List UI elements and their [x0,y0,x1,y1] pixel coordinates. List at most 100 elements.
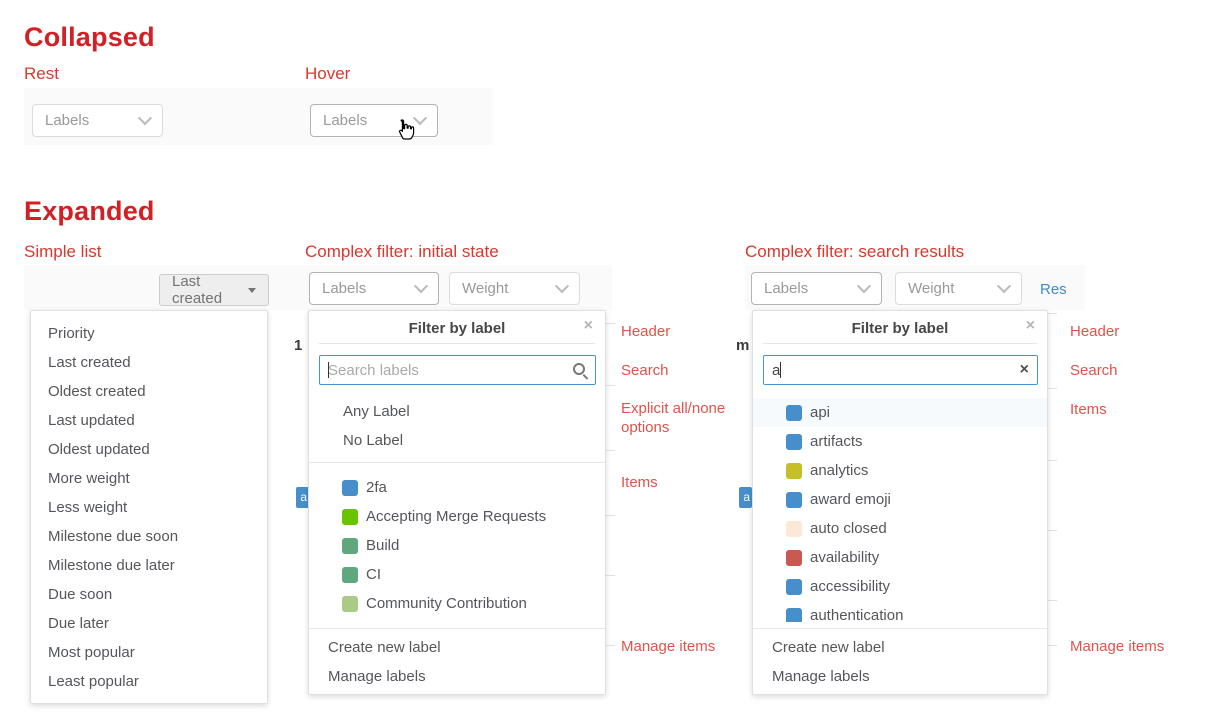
sort-option[interactable]: Last updated [31,406,267,435]
annotation-items: Items [1070,400,1107,419]
label-option[interactable]: api [753,398,1047,427]
divider [309,462,605,463]
dropdown-label: Labels [45,112,89,129]
label-option[interactable]: 2fa [309,473,605,502]
annotation-items: Items [621,473,658,492]
label-color-chip [342,538,358,554]
label-option[interactable]: Build [309,531,605,560]
manage-labels-link[interactable]: Manage labels [772,662,870,691]
annotation-header: Header [621,322,670,341]
label-option[interactable]: CI [309,560,605,589]
label-name: 2fa [366,479,387,496]
annotation-manage-items: Manage items [1070,637,1164,656]
label-name: Community Contribution [366,595,527,612]
sort-option[interactable]: Oldest created [31,377,267,406]
labels-filter-dropdown[interactable]: Labels [309,272,439,305]
manage-labels-link[interactable]: Manage labels [328,662,426,691]
clipped-background-text: m [736,337,749,354]
chevron-down-icon [555,279,569,293]
label-option[interactable]: authentication [753,601,1047,622]
rest-state-label: Rest [24,64,59,84]
sort-option[interactable]: Priority [31,319,267,348]
label-color-chip [342,509,358,525]
chevron-down-icon [414,279,428,293]
label-option[interactable]: artifacts [753,427,1047,456]
annotation-leader-line [606,450,615,451]
close-icon[interactable]: × [584,318,593,334]
label-options-list: 2fa Accepting Merge Requests Build CI Co… [309,473,605,618]
no-label-option[interactable]: No Label [309,426,605,455]
annotation-leader-line [1048,313,1057,314]
any-label-option[interactable]: Any Label [309,397,605,426]
dropdown-label: Weight [908,280,954,297]
close-icon[interactable]: × [1026,318,1035,334]
create-new-label-link[interactable]: Create new label [328,633,441,662]
sort-option[interactable]: Oldest updated [31,435,267,464]
label-color-chip [786,463,802,479]
sort-option[interactable]: Most popular [31,638,267,667]
label-search-field [319,355,596,385]
complex-search-label: Complex filter: search results [745,242,964,262]
sort-option[interactable]: Due soon [31,580,267,609]
dropdown-design-spec-page: Collapsed Rest Hover Labels Labels Expan… [0,0,1218,722]
label-name: authentication [810,607,903,622]
label-option[interactable]: accessibility [753,572,1047,601]
panel-title: Filter by label [753,320,1047,337]
search-labels-input[interactable] [319,355,596,385]
sort-option[interactable]: Least popular [31,667,267,696]
chevron-down-icon [857,279,871,293]
annotation-search: Search [1070,361,1118,380]
labels-dropdown-hover[interactable]: Labels [310,104,438,137]
annotation-leader-line [606,323,615,324]
sort-option[interactable]: Milestone due later [31,551,267,580]
label-option[interactable]: availability [753,543,1047,572]
sort-dropdown-panel: PriorityLast createdOldest createdLast u… [30,310,268,704]
label-name: award emoji [810,491,891,508]
label-color-chip [342,480,358,496]
label-filter-panel-initial: Filter by label × Any Label No Label 2fa [308,310,606,695]
label-option[interactable]: award emoji [753,485,1047,514]
label-results-list: api artifacts analytics award emoji auto… [753,398,1047,622]
label-option[interactable]: auto closed [753,514,1047,543]
sort-option[interactable]: Less weight [31,493,267,522]
labels-filter-dropdown[interactable]: Labels [751,272,882,305]
annotation-leader-line [1048,388,1057,389]
label-color-chip [342,596,358,612]
text-caret [780,362,781,378]
weight-filter-dropdown[interactable]: Weight [449,272,580,305]
sort-option[interactable]: Milestone due soon [31,522,267,551]
annotation-leader-line [1048,530,1057,531]
annotation-leader-line [606,645,615,646]
panel-title: Filter by label [309,320,605,337]
sort-option[interactable]: Last created [31,348,267,377]
dropdown-label: Weight [462,280,508,297]
weight-filter-dropdown[interactable]: Weight [895,272,1022,305]
label-color-chip [786,579,802,595]
annotation-leader-line [1048,460,1057,461]
search-labels-input[interactable] [763,355,1038,385]
label-name: Accepting Merge Requests [366,508,546,525]
labels-dropdown-rest[interactable]: Labels [32,104,163,137]
clipped-background-label-chip: a [739,487,752,508]
complex-initial-label: Complex filter: initial state [305,242,499,262]
sort-option[interactable]: More weight [31,464,267,493]
label-name: artifacts [810,433,863,450]
label-option[interactable]: analytics [753,456,1047,485]
label-color-chip [786,492,802,508]
annotation-leader-line [606,575,615,576]
reset-link-clipped[interactable]: Res [1040,281,1067,298]
create-new-label-link[interactable]: Create new label [772,633,885,662]
label-option[interactable]: Community Contribution [309,589,605,618]
sort-toggle-button[interactable]: Last created [159,274,269,306]
clear-search-icon[interactable]: × [1020,360,1029,380]
sort-option[interactable]: Due later [31,609,267,638]
divider [319,343,595,344]
chevron-down-icon [138,111,152,125]
expanded-heading: Expanded [24,196,155,227]
annotation-header: Header [1070,322,1119,341]
annotation-leader-line [1048,645,1057,646]
label-option[interactable]: Accepting Merge Requests [309,502,605,531]
label-name: Build [366,537,399,554]
sort-options-list: PriorityLast createdOldest createdLast u… [31,311,267,704]
label-name: api [810,404,830,421]
